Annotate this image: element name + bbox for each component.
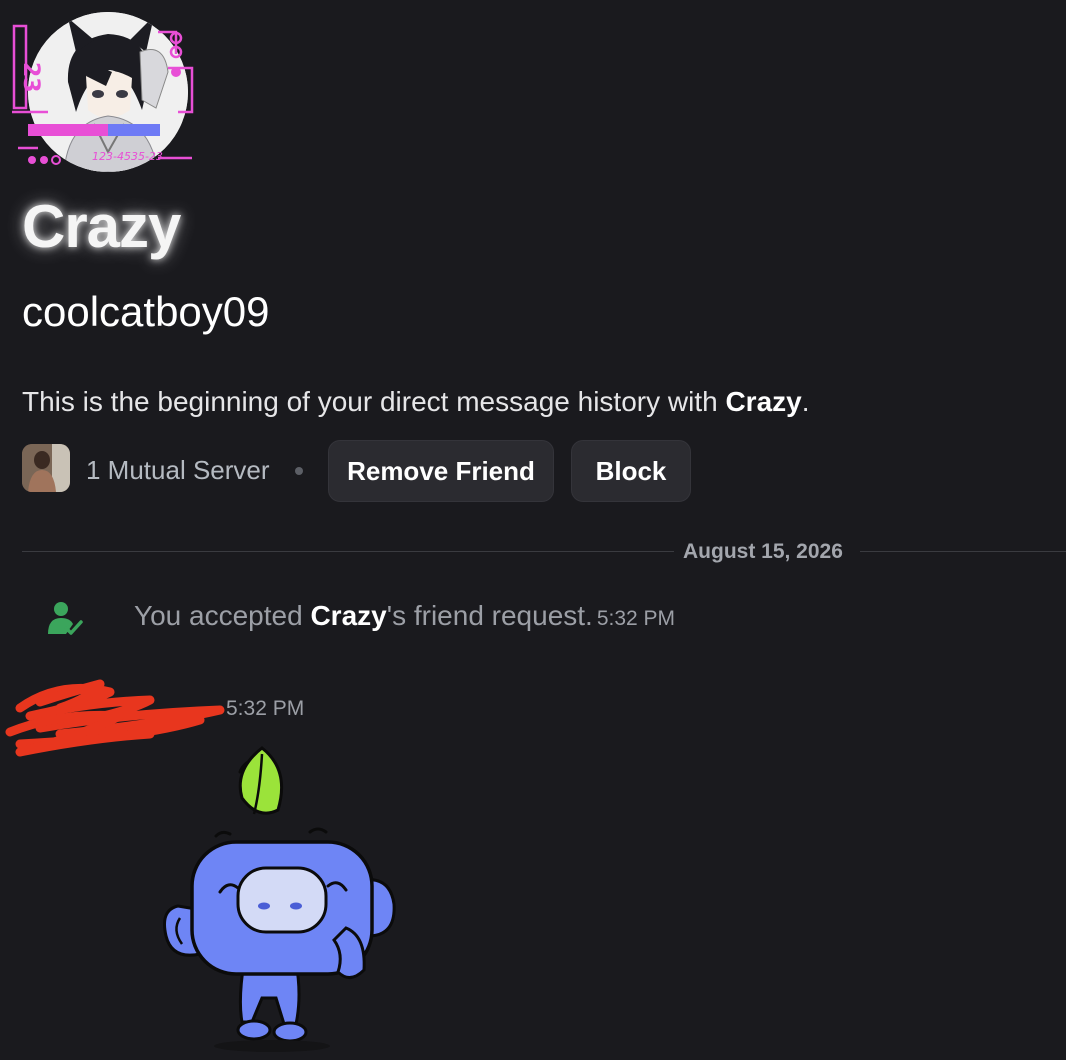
system-message-timestamp: 5:32 PM: [596, 607, 676, 630]
separator-dot: [295, 467, 303, 475]
mutual-servers-link[interactable]: 1 Mutual Server: [86, 455, 270, 486]
system-message: You accepted Crazy's friend request. 5:32…: [134, 600, 675, 632]
intro-name[interactable]: Crazy: [725, 386, 801, 417]
profile-avatar[interactable]: 23 123-4535-23: [8, 8, 194, 176]
dm-channel: 23 123-4535-23 Crazy coolcatboy09 This i…: [0, 0, 1066, 1060]
remove-friend-button[interactable]: Remove Friend: [328, 440, 554, 502]
date-divider-line-right: [860, 551, 1066, 552]
svg-text:123-4535-23: 123-4535-23: [92, 150, 163, 163]
date-divider-label: August 15, 2026: [683, 540, 843, 563]
intro-suffix: .: [801, 386, 810, 417]
username: coolcatboy09: [22, 288, 270, 335]
mutual-server-icon[interactable]: [22, 444, 70, 492]
block-button[interactable]: Block: [571, 440, 691, 502]
friend-accepted-icon: [48, 602, 83, 635]
system-message-suffix: 's friend request.: [386, 600, 593, 631]
dm-intro-text: This is the beginning of your direct mes…: [22, 386, 810, 418]
system-message-name[interactable]: Crazy: [310, 600, 386, 631]
system-message-prefix: You accepted: [134, 600, 311, 631]
date-divider-line-left: [22, 551, 674, 552]
display-name: Crazy: [22, 193, 181, 260]
wumpus-leaf-sticker[interactable]: [150, 740, 420, 1060]
intro-prefix: This is the beginning of your direct mes…: [22, 386, 726, 417]
avatar-decoration: 23 123-4535-23: [12, 24, 194, 165]
svg-text:23: 23: [18, 62, 43, 93]
